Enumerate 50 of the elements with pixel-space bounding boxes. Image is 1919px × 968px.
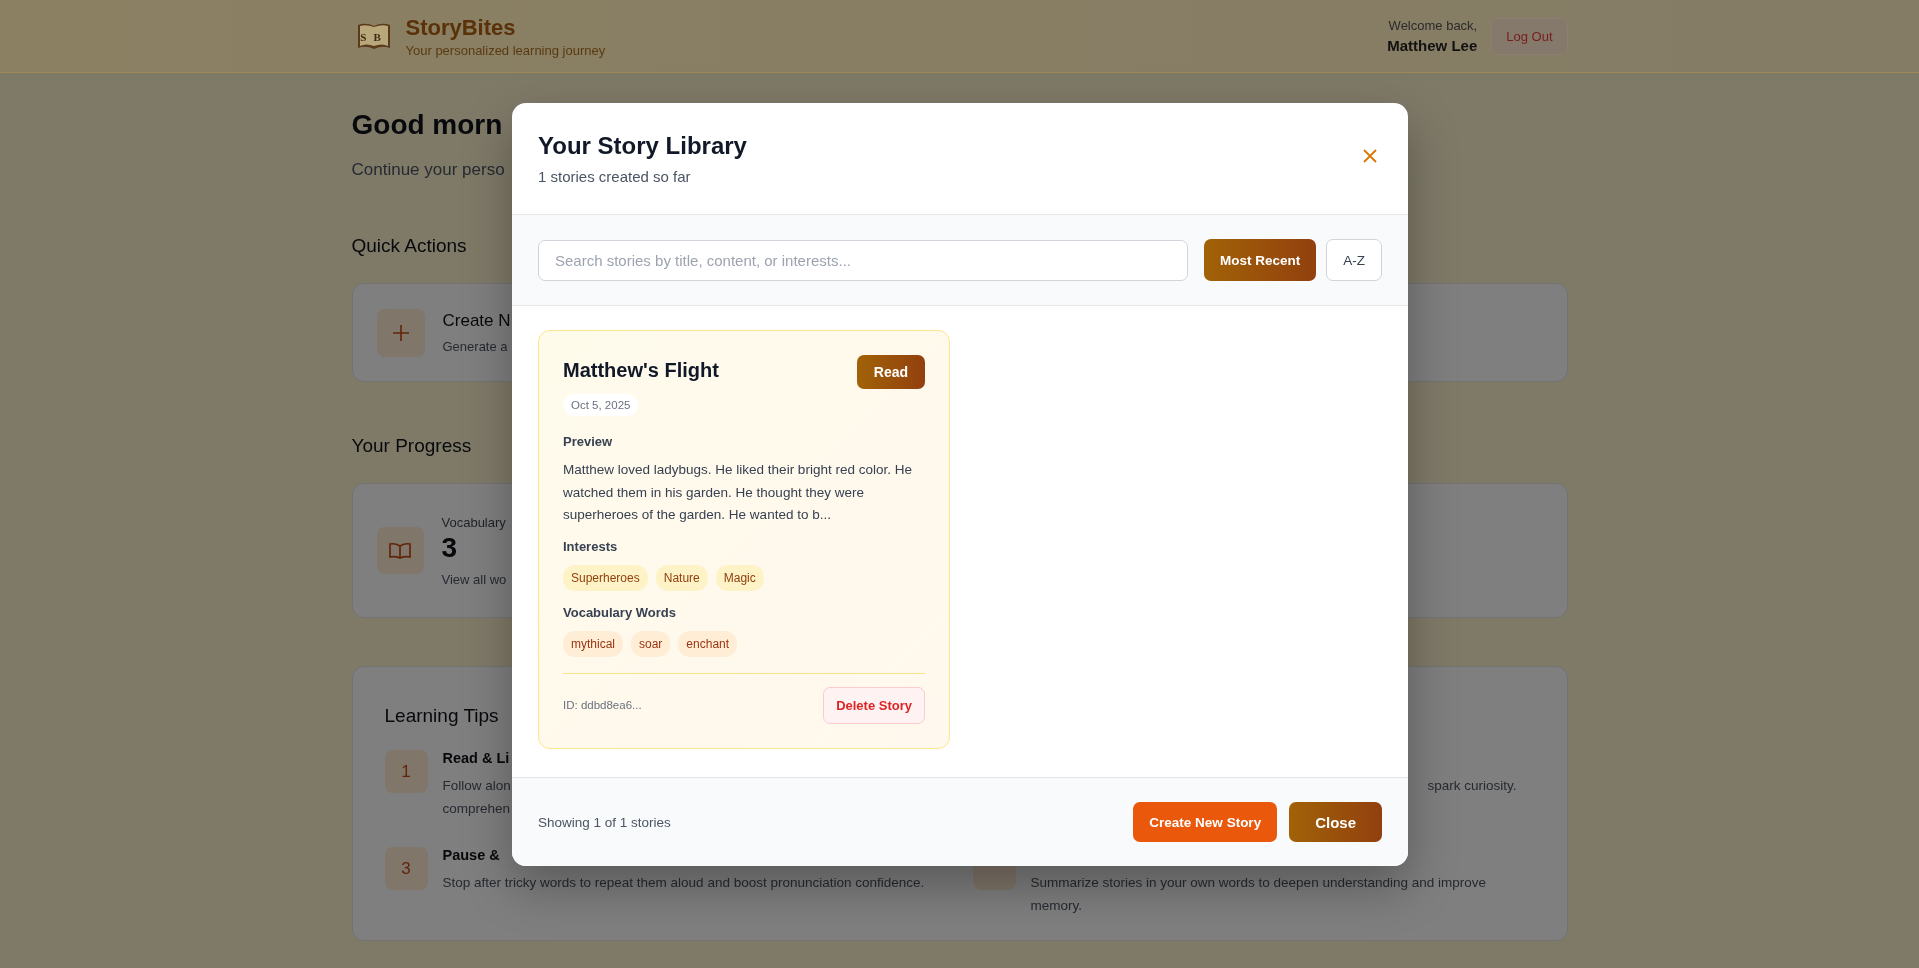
book-icon <box>376 527 424 574</box>
section-heading: Your Progress <box>351 435 472 457</box>
story-preview: Matthew loved ladybugs. He liked their bright red color. He watched them in his garden. He thought they were superheroes of the garden. He wanted to b... <box>563 461 913 524</box>
story-title: Matthew's Flight <box>563 359 719 382</box>
tip-text: Follow alon <box>442 777 511 795</box>
tips-heading: Learning Tips <box>384 705 499 727</box>
story-count: Showing 1 of 1 stories <box>538 814 671 830</box>
close-button[interactable]: Close <box>1289 802 1382 842</box>
action-description: Generate a <box>442 339 509 354</box>
story-id: ID: ddbd8ea6... <box>563 699 642 711</box>
tip-text: comprehen <box>442 800 511 818</box>
interest-tag: Magic <box>715 564 764 591</box>
book-logo-icon: SB <box>355 21 392 51</box>
interest-tag: Superheroes <box>563 564 648 591</box>
tip-text: memory. <box>1030 897 1082 915</box>
greeting: Good morn <box>351 109 503 141</box>
section-heading: Quick Actions <box>351 235 467 257</box>
tip-title: Pause & <box>442 847 500 865</box>
section-label: Preview <box>563 434 614 449</box>
sort-button[interactable]: Most Recent <box>1204 239 1317 281</box>
tip-title: Read & Li <box>442 750 510 768</box>
read-button[interactable]: Read <box>856 355 925 389</box>
stat-label: Vocabulary <box>441 514 507 530</box>
welcome-text: Welcome back, <box>1388 18 1478 33</box>
vocabulary-tag: soar <box>631 630 671 657</box>
user-name: Matthew Lee <box>1387 37 1478 54</box>
subtitle: Continue your perso <box>351 160 505 180</box>
vocabulary-tag: mythical <box>563 630 623 657</box>
dialog-subtitle: 1 stories created so far <box>538 168 692 185</box>
vocabulary-tag: enchant <box>678 630 738 657</box>
search-field[interactable]: Search stories by title, content, or interests... <box>538 239 1188 281</box>
stat-value: 3 <box>441 531 459 564</box>
brand-name: StoryBites <box>405 14 517 41</box>
interest-tag: Nature <box>655 564 708 591</box>
stat-link[interactable]: View all wo <box>441 571 507 587</box>
tip-text: spark curiosity. <box>1427 777 1517 795</box>
tagline: Your personalized learning journey <box>405 42 606 58</box>
dialog-title: Your Story Library <box>538 132 747 160</box>
plus-icon <box>376 308 425 357</box>
tip-text: Stop after tricky words to repeat them aloud and boost pronunciation confidence. <box>442 874 925 892</box>
section-label: Interests <box>563 538 619 554</box>
section-label: Vocabulary Words <box>563 604 677 620</box>
tip-text: Summarize stories in your own words to deepen understanding and improve <box>1030 874 1486 892</box>
sort-button[interactable]: A-Z <box>1326 239 1382 281</box>
tip-number: 1 <box>384 750 428 793</box>
story-date: Oct 5, 2025 <box>563 394 639 416</box>
action-title: Create N <box>442 311 511 331</box>
create-story-button[interactable]: Create New Story <box>1133 802 1278 842</box>
tip-number: 3 <box>384 847 428 890</box>
delete-button[interactable]: Delete Story <box>823 686 925 724</box>
